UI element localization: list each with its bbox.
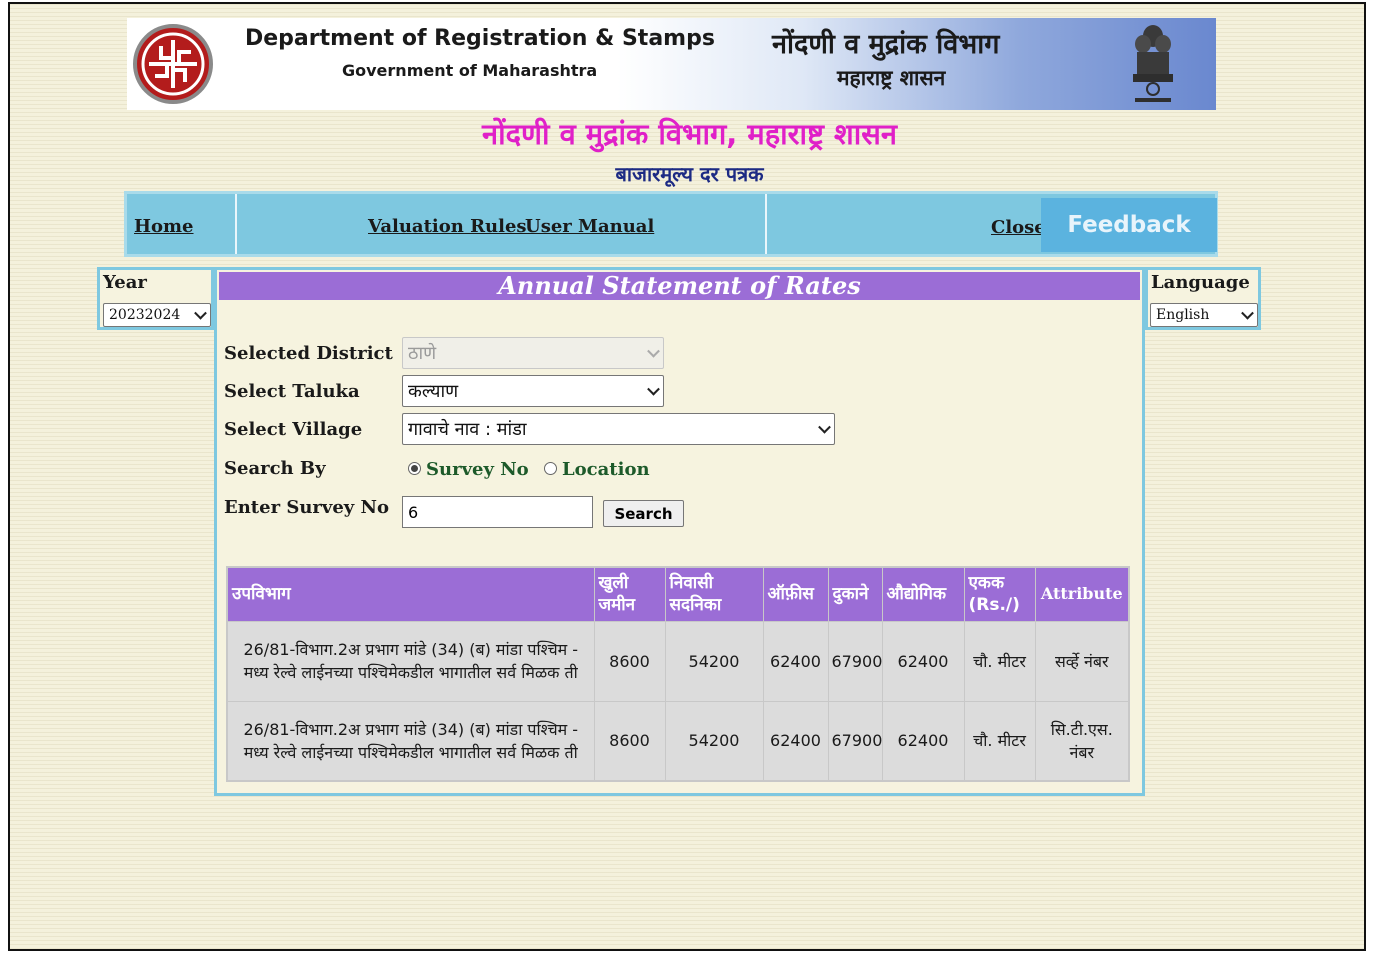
district-select-value: ठाणे bbox=[408, 343, 437, 364]
table-cell: 62400 bbox=[762, 620, 829, 702]
table-row: 26/81-विभाग.2अ प्रभाग मांडे (34) (ब) मां… bbox=[226, 700, 1130, 782]
table-cell: 62400 bbox=[762, 700, 829, 782]
year-panel: Year 20232024 bbox=[97, 267, 214, 330]
table-cell: 67900 bbox=[827, 700, 883, 782]
year-select[interactable]: 20232024 bbox=[103, 303, 211, 327]
table-cell: 26/81-विभाग.2अ प्रभाग मांडे (34) (ब) मां… bbox=[226, 620, 595, 702]
close-link[interactable]: Close bbox=[991, 217, 1046, 238]
chevron-down-icon bbox=[1241, 306, 1254, 320]
district-label: Selected District bbox=[224, 343, 393, 364]
language-select-value: English bbox=[1156, 307, 1210, 323]
rates-panel: Annual Statement of Rates Selected Distr… bbox=[214, 267, 1145, 796]
state-emblem-icon bbox=[1129, 22, 1177, 108]
chevron-down-icon bbox=[194, 306, 207, 320]
table-row: 26/81-विभाग.2अ प्रभाग मांडे (34) (ब) मां… bbox=[226, 620, 1130, 702]
search-button[interactable]: Search bbox=[603, 500, 684, 527]
column-header: औद्योगिक bbox=[881, 566, 965, 622]
table-cell: 62400 bbox=[881, 620, 965, 702]
table-cell: सि.टी.एस. नंबर bbox=[1034, 700, 1130, 782]
language-select[interactable]: English bbox=[1150, 303, 1258, 327]
location-radio-label[interactable]: Location bbox=[562, 459, 650, 480]
survey-number-value: 6 bbox=[408, 502, 419, 522]
table-cell: 54200 bbox=[664, 700, 764, 782]
column-header: उपविभाग bbox=[226, 566, 595, 622]
chevron-down-icon bbox=[647, 344, 660, 358]
survey-no-radio-label[interactable]: Survey No bbox=[426, 459, 529, 480]
home-link[interactable]: Home bbox=[134, 216, 194, 237]
department-name-marathi: नोंदणी व मुद्रांक विभाग bbox=[772, 29, 1000, 60]
survey-number-label: Enter Survey No bbox=[224, 497, 389, 518]
nav-bar: Home Valuation Rules User Manual Close F… bbox=[124, 191, 1218, 257]
government-name-english: Government of Maharashtra bbox=[342, 61, 598, 80]
table-cell: चौ. मीटर bbox=[963, 620, 1036, 702]
language-label: Language bbox=[1151, 272, 1250, 293]
government-name-marathi: महाराष्ट्र शासन bbox=[837, 66, 946, 90]
search-by-label: Search By bbox=[224, 458, 326, 479]
location-radio[interactable] bbox=[544, 462, 557, 475]
village-select[interactable]: गावाचे नाव : मांडा bbox=[402, 413, 835, 445]
chevron-down-icon bbox=[818, 420, 831, 434]
table-cell: 62400 bbox=[881, 700, 965, 782]
valuation-rules-link[interactable]: Valuation Rules bbox=[368, 216, 527, 237]
user-manual-link[interactable]: User Manual bbox=[525, 216, 654, 237]
rates-table: उपविभाग खुली जमीन निवासी सदनिका ऑफ़ीस दु… bbox=[226, 566, 1130, 782]
survey-number-input[interactable]: 6 bbox=[402, 496, 593, 528]
column-header: ऑफ़ीस bbox=[762, 566, 829, 622]
column-header: Attribute bbox=[1034, 566, 1130, 622]
table-cell: चौ. मीटर bbox=[963, 700, 1036, 782]
table-cell: 26/81-विभाग.2अ प्रभाग मांडे (34) (ब) मां… bbox=[226, 700, 595, 782]
survey-no-radio[interactable] bbox=[408, 462, 421, 475]
table-cell: सर्व्हे नंबर bbox=[1034, 620, 1130, 702]
year-select-value: 20232024 bbox=[109, 307, 181, 323]
taluka-select-value: कल्याण bbox=[408, 381, 459, 402]
header-banner: Department of Registration & Stamps Gove… bbox=[127, 18, 1216, 110]
department-seal-logo bbox=[133, 24, 213, 104]
column-header: दुकाने bbox=[827, 566, 883, 622]
table-cell: 8600 bbox=[593, 620, 666, 702]
district-select: ठाणे bbox=[402, 337, 664, 369]
panel-heading: Annual Statement of Rates bbox=[219, 272, 1140, 300]
column-header: निवासी सदनिका bbox=[664, 566, 764, 622]
department-name-english: Department of Registration & Stamps bbox=[245, 26, 715, 51]
feedback-button[interactable]: Feedback bbox=[1041, 198, 1217, 252]
nav-divider bbox=[235, 194, 237, 254]
page-subtitle: बाजारमूल्य दर पत्रक bbox=[615, 162, 764, 186]
language-panel: Language English bbox=[1145, 267, 1261, 330]
chevron-down-icon bbox=[647, 382, 660, 396]
column-header: खुली जमीन bbox=[593, 566, 666, 622]
column-header: एकक (Rs./) bbox=[963, 566, 1036, 622]
table-cell: 67900 bbox=[827, 620, 883, 702]
table-cell: 54200 bbox=[664, 620, 764, 702]
year-label: Year bbox=[103, 272, 147, 293]
taluka-label: Select Taluka bbox=[224, 381, 360, 402]
nav-divider bbox=[765, 194, 767, 254]
village-label: Select Village bbox=[224, 419, 363, 440]
village-select-value: गावाचे नाव : मांडा bbox=[408, 419, 527, 440]
page-title: नोंदणी व मुद्रांक विभाग, महाराष्ट्र शासन bbox=[482, 117, 897, 151]
table-header-row: उपविभाग खुली जमीन निवासी सदनिका ऑफ़ीस दु… bbox=[226, 566, 1130, 622]
taluka-select[interactable]: कल्याण bbox=[402, 375, 664, 407]
table-cell: 8600 bbox=[593, 700, 666, 782]
